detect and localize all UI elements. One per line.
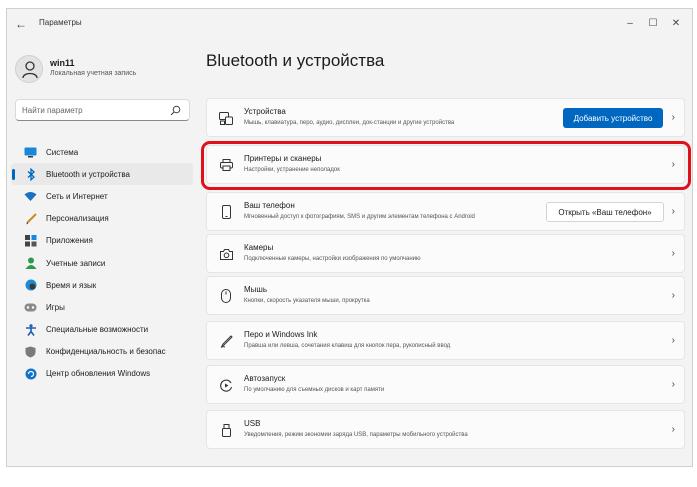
card-description: Настройки, устранение неполадок bbox=[244, 167, 340, 173]
pen-icon bbox=[219, 334, 233, 348]
back-arrow-icon[interactable]: ← bbox=[13, 16, 29, 32]
printer-icon bbox=[219, 158, 233, 172]
globe-clock-icon bbox=[24, 279, 37, 292]
card-title: Камеры bbox=[244, 243, 274, 252]
bluetooth-icon bbox=[24, 167, 37, 181]
profile-subtitle: Локальная учетная запись bbox=[50, 70, 137, 77]
card-description: Мышь, клавиатура, перо, аудио, дисплеи, … bbox=[244, 120, 455, 126]
card-title: USB bbox=[244, 419, 261, 428]
add-device-button[interactable]: Добавить устройство bbox=[563, 108, 663, 128]
card-title: Автозапуск bbox=[244, 374, 286, 383]
card-description: Уведомления, режим экономии заряда USB, … bbox=[244, 432, 468, 438]
person-icon bbox=[24, 257, 37, 270]
mouse-card[interactable]: Мышь Кнопки, скорость указателя мыши, пр… bbox=[206, 276, 685, 315]
pen-windows-ink-card[interactable]: Перо и Windows Ink Правша или левша, соч… bbox=[206, 321, 685, 360]
mouse-icon bbox=[219, 289, 233, 303]
card-title: Принтеры и сканеры bbox=[244, 154, 322, 163]
sidebar-item-time-language[interactable]: Время и язык bbox=[7, 274, 197, 296]
autoplay-icon bbox=[219, 378, 233, 392]
sidebar-item-system[interactable]: Система bbox=[7, 141, 197, 163]
your-phone-card[interactable]: Ваш телефон Мгновенный доступ к фотограф… bbox=[206, 192, 685, 231]
profile-name: win11 bbox=[50, 58, 75, 68]
apps-icon bbox=[24, 234, 37, 247]
card-title: Устройства bbox=[244, 107, 286, 116]
avatar[interactable] bbox=[15, 55, 43, 83]
app-title: Параметры bbox=[39, 18, 82, 27]
devices-card[interactable]: Устройства Мышь, клавиатура, перо, аудио… bbox=[206, 98, 685, 137]
card-title: Мышь bbox=[244, 285, 267, 294]
cameras-card[interactable]: Камеры Подключенные камеры, настройки из… bbox=[206, 234, 685, 273]
accessibility-icon bbox=[24, 323, 37, 336]
search-icon[interactable] bbox=[170, 105, 181, 116]
sidebar-nav: Система Bluetooth и устройства Сеть и Ин… bbox=[7, 141, 197, 385]
card-description: Правша или левша, сочетания клавиш для к… bbox=[244, 343, 451, 349]
sidebar-item-accounts[interactable]: Учетные записи bbox=[7, 252, 197, 274]
card-description: По умолчанию для съемных дисков и карт п… bbox=[244, 387, 385, 393]
page-title: Bluetooth и устройства bbox=[206, 51, 385, 70]
card-title: Ваш телефон bbox=[244, 201, 295, 210]
printers-scanners-card[interactable]: Принтеры и сканеры Настройки, устранение… bbox=[206, 145, 685, 184]
close-button[interactable]: ✕ bbox=[665, 15, 687, 33]
devices-icon bbox=[219, 111, 233, 125]
chevron-right-icon: › bbox=[671, 112, 675, 123]
sidebar-item-windows-update[interactable]: Центр обновления Windows bbox=[7, 363, 197, 385]
wifi-icon bbox=[24, 190, 37, 203]
open-your-phone-button[interactable]: Открыть «Ваш телефон» bbox=[546, 202, 664, 222]
update-icon bbox=[24, 367, 37, 380]
brush-icon bbox=[24, 212, 37, 225]
sidebar-item-gaming[interactable]: Игры bbox=[7, 296, 197, 318]
chevron-right-icon: › bbox=[671, 206, 675, 217]
search-box[interactable] bbox=[15, 99, 190, 121]
card-description: Мгновенный доступ к фотографиям, SMS и д… bbox=[244, 214, 475, 220]
sidebar-item-privacy[interactable]: Конфиденциальность и безопас bbox=[7, 341, 197, 363]
chevron-right-icon: › bbox=[671, 335, 675, 346]
title-bar: ← Параметры – ☐ ✕ bbox=[7, 9, 692, 39]
card-description: Подключенные камеры, настройки изображен… bbox=[244, 256, 421, 262]
card-description: Кнопки, скорость указателя мыши, прокрут… bbox=[244, 298, 370, 304]
shield-icon bbox=[24, 345, 37, 358]
maximize-button[interactable]: ☐ bbox=[642, 15, 664, 33]
monitor-icon bbox=[24, 146, 37, 159]
sidebar-item-bluetooth[interactable]: Bluetooth и устройства bbox=[11, 163, 193, 186]
usb-icon bbox=[219, 423, 233, 437]
card-title: Перо и Windows Ink bbox=[244, 330, 318, 339]
sidebar-item-accessibility[interactable]: Специальные возможности bbox=[7, 319, 197, 341]
chevron-right-icon: › bbox=[671, 379, 675, 390]
chevron-right-icon: › bbox=[671, 248, 675, 259]
phone-icon bbox=[219, 205, 233, 219]
person-icon bbox=[22, 61, 38, 79]
chevron-right-icon: › bbox=[671, 290, 675, 301]
chevron-right-icon: › bbox=[671, 159, 675, 170]
minimize-button[interactable]: – bbox=[619, 15, 641, 33]
chevron-right-icon: › bbox=[671, 424, 675, 435]
autoplay-card[interactable]: Автозапуск По умолчанию для съемных диск… bbox=[206, 365, 685, 404]
sidebar-item-network[interactable]: Сеть и Интернет bbox=[7, 185, 197, 207]
sidebar-item-personalization[interactable]: Персонализация bbox=[7, 208, 197, 230]
sidebar-item-apps[interactable]: Приложения bbox=[7, 230, 197, 252]
settings-window: ← Параметры – ☐ ✕ win11 Локальная учетна… bbox=[6, 8, 693, 467]
camera-icon bbox=[219, 247, 233, 261]
usb-card[interactable]: USB Уведомления, режим экономии заряда U… bbox=[206, 410, 685, 449]
gamepad-icon bbox=[24, 301, 37, 314]
search-input[interactable] bbox=[22, 103, 167, 118]
